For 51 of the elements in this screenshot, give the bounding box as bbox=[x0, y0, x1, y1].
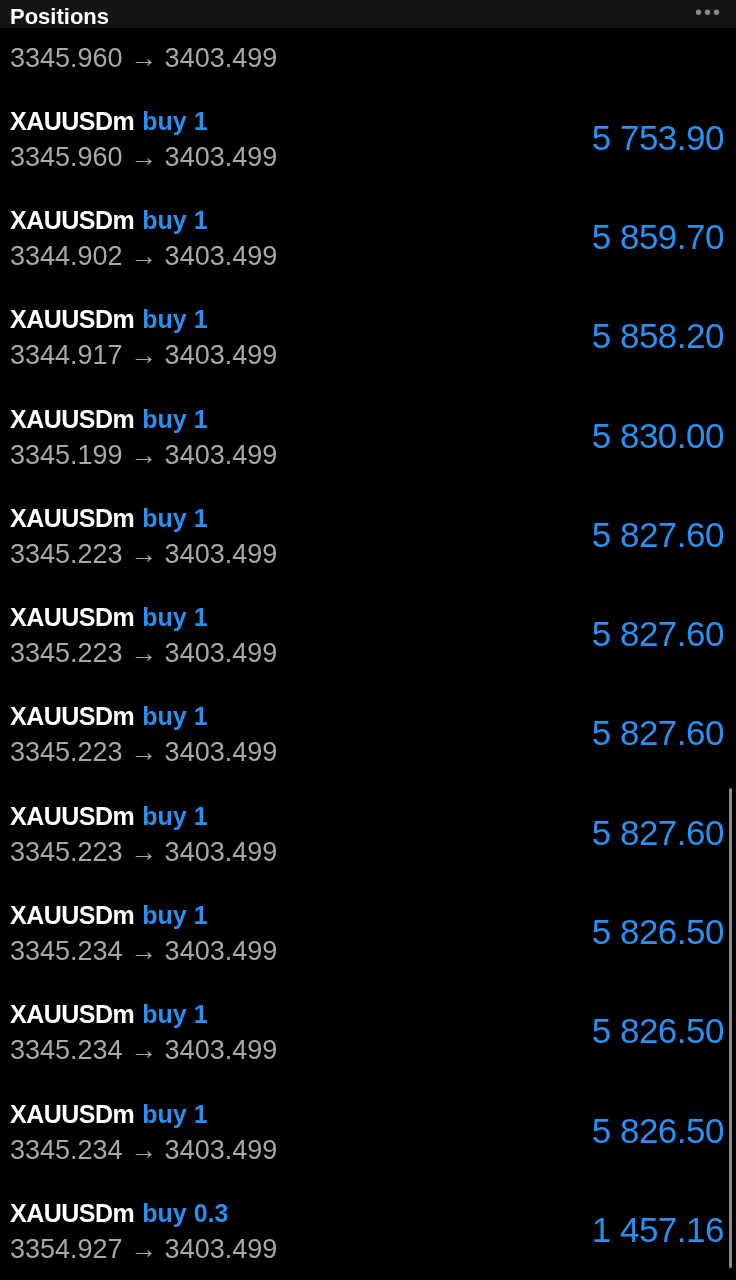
symbol: XAUUSDm bbox=[10, 1098, 135, 1129]
symbol: XAUUSDm bbox=[10, 204, 135, 235]
profit-value: 5 858.20 bbox=[591, 316, 724, 357]
symbol: XAUUSDm bbox=[10, 105, 135, 136]
price-range: 3345.960 → 3403.499 bbox=[10, 140, 278, 174]
profit-value: 1 457.16 bbox=[591, 1209, 724, 1250]
profit-value: 5 826.50 bbox=[591, 912, 724, 952]
order-type: buy 1 bbox=[142, 999, 208, 1030]
profit-value: 5 827.60 bbox=[591, 812, 724, 853]
order-type: buy 1 bbox=[142, 1098, 208, 1129]
order-type: buy 1 bbox=[142, 304, 208, 335]
price-range: 3344.917 → 3403.499 bbox=[10, 339, 278, 373]
price-range: 3345.223 → 3403.499 bbox=[10, 736, 278, 770]
symbol: XAUUSDm bbox=[10, 304, 135, 335]
price-range: 3345.960 → 3403.499 bbox=[10, 43, 278, 73]
profit-value: 5 827.60 bbox=[591, 614, 724, 655]
symbol: XAUUSDm bbox=[10, 502, 135, 533]
symbol: XAUUSDm bbox=[10, 999, 135, 1030]
order-type: buy 1 bbox=[142, 403, 208, 434]
order-type: buy 0.3 bbox=[142, 1197, 229, 1228]
symbol: XAUUSDm bbox=[10, 701, 135, 732]
price-range: 3345.223 → 3403.499 bbox=[10, 637, 278, 671]
price-range: 3344.902 → 3403.499 bbox=[10, 239, 278, 273]
price-range: 3345.234 → 3403.499 bbox=[10, 1133, 278, 1167]
more-menu[interactable]: ••• bbox=[695, 2, 722, 22]
price-range: 3345.223 → 3403.499 bbox=[10, 537, 278, 571]
price-range: 3345.234 → 3403.499 bbox=[10, 935, 278, 968]
price-range: 3345.223 → 3403.499 bbox=[10, 835, 278, 869]
profit-value: 5 827.60 bbox=[591, 514, 724, 555]
symbol: XAUUSDm bbox=[10, 602, 135, 633]
order-type: buy 1 bbox=[142, 701, 208, 732]
profit-value: 5 826.50 bbox=[591, 1011, 724, 1052]
profit-value: 5 753.90 bbox=[591, 117, 724, 158]
profit-value: 5 827.60 bbox=[591, 713, 724, 754]
order-type: buy 1 bbox=[142, 800, 208, 831]
screen-title: Positions bbox=[10, 6, 109, 28]
profit-value: 5 859.70 bbox=[591, 216, 724, 257]
symbol: XAUUSDm bbox=[10, 800, 135, 831]
profit-value: 5 830.00 bbox=[591, 415, 724, 456]
symbol: XAUUSDm bbox=[10, 900, 135, 930]
price-range: 3354.927 → 3403.499 bbox=[10, 1232, 278, 1266]
order-type: buy 1 bbox=[142, 105, 208, 136]
price-range: 3345.199 → 3403.499 bbox=[10, 438, 278, 472]
symbol: XAUUSDm bbox=[10, 1197, 135, 1228]
order-type: buy 1 bbox=[142, 602, 208, 633]
profit-value: 5 826.50 bbox=[591, 1110, 724, 1151]
symbol: XAUUSDm bbox=[10, 403, 135, 434]
order-type: buy 1 bbox=[142, 502, 208, 533]
order-type: buy 1 bbox=[142, 204, 208, 235]
order-type: buy 1 bbox=[142, 900, 208, 930]
price-range: 3345.234 → 3403.499 bbox=[10, 1034, 278, 1068]
